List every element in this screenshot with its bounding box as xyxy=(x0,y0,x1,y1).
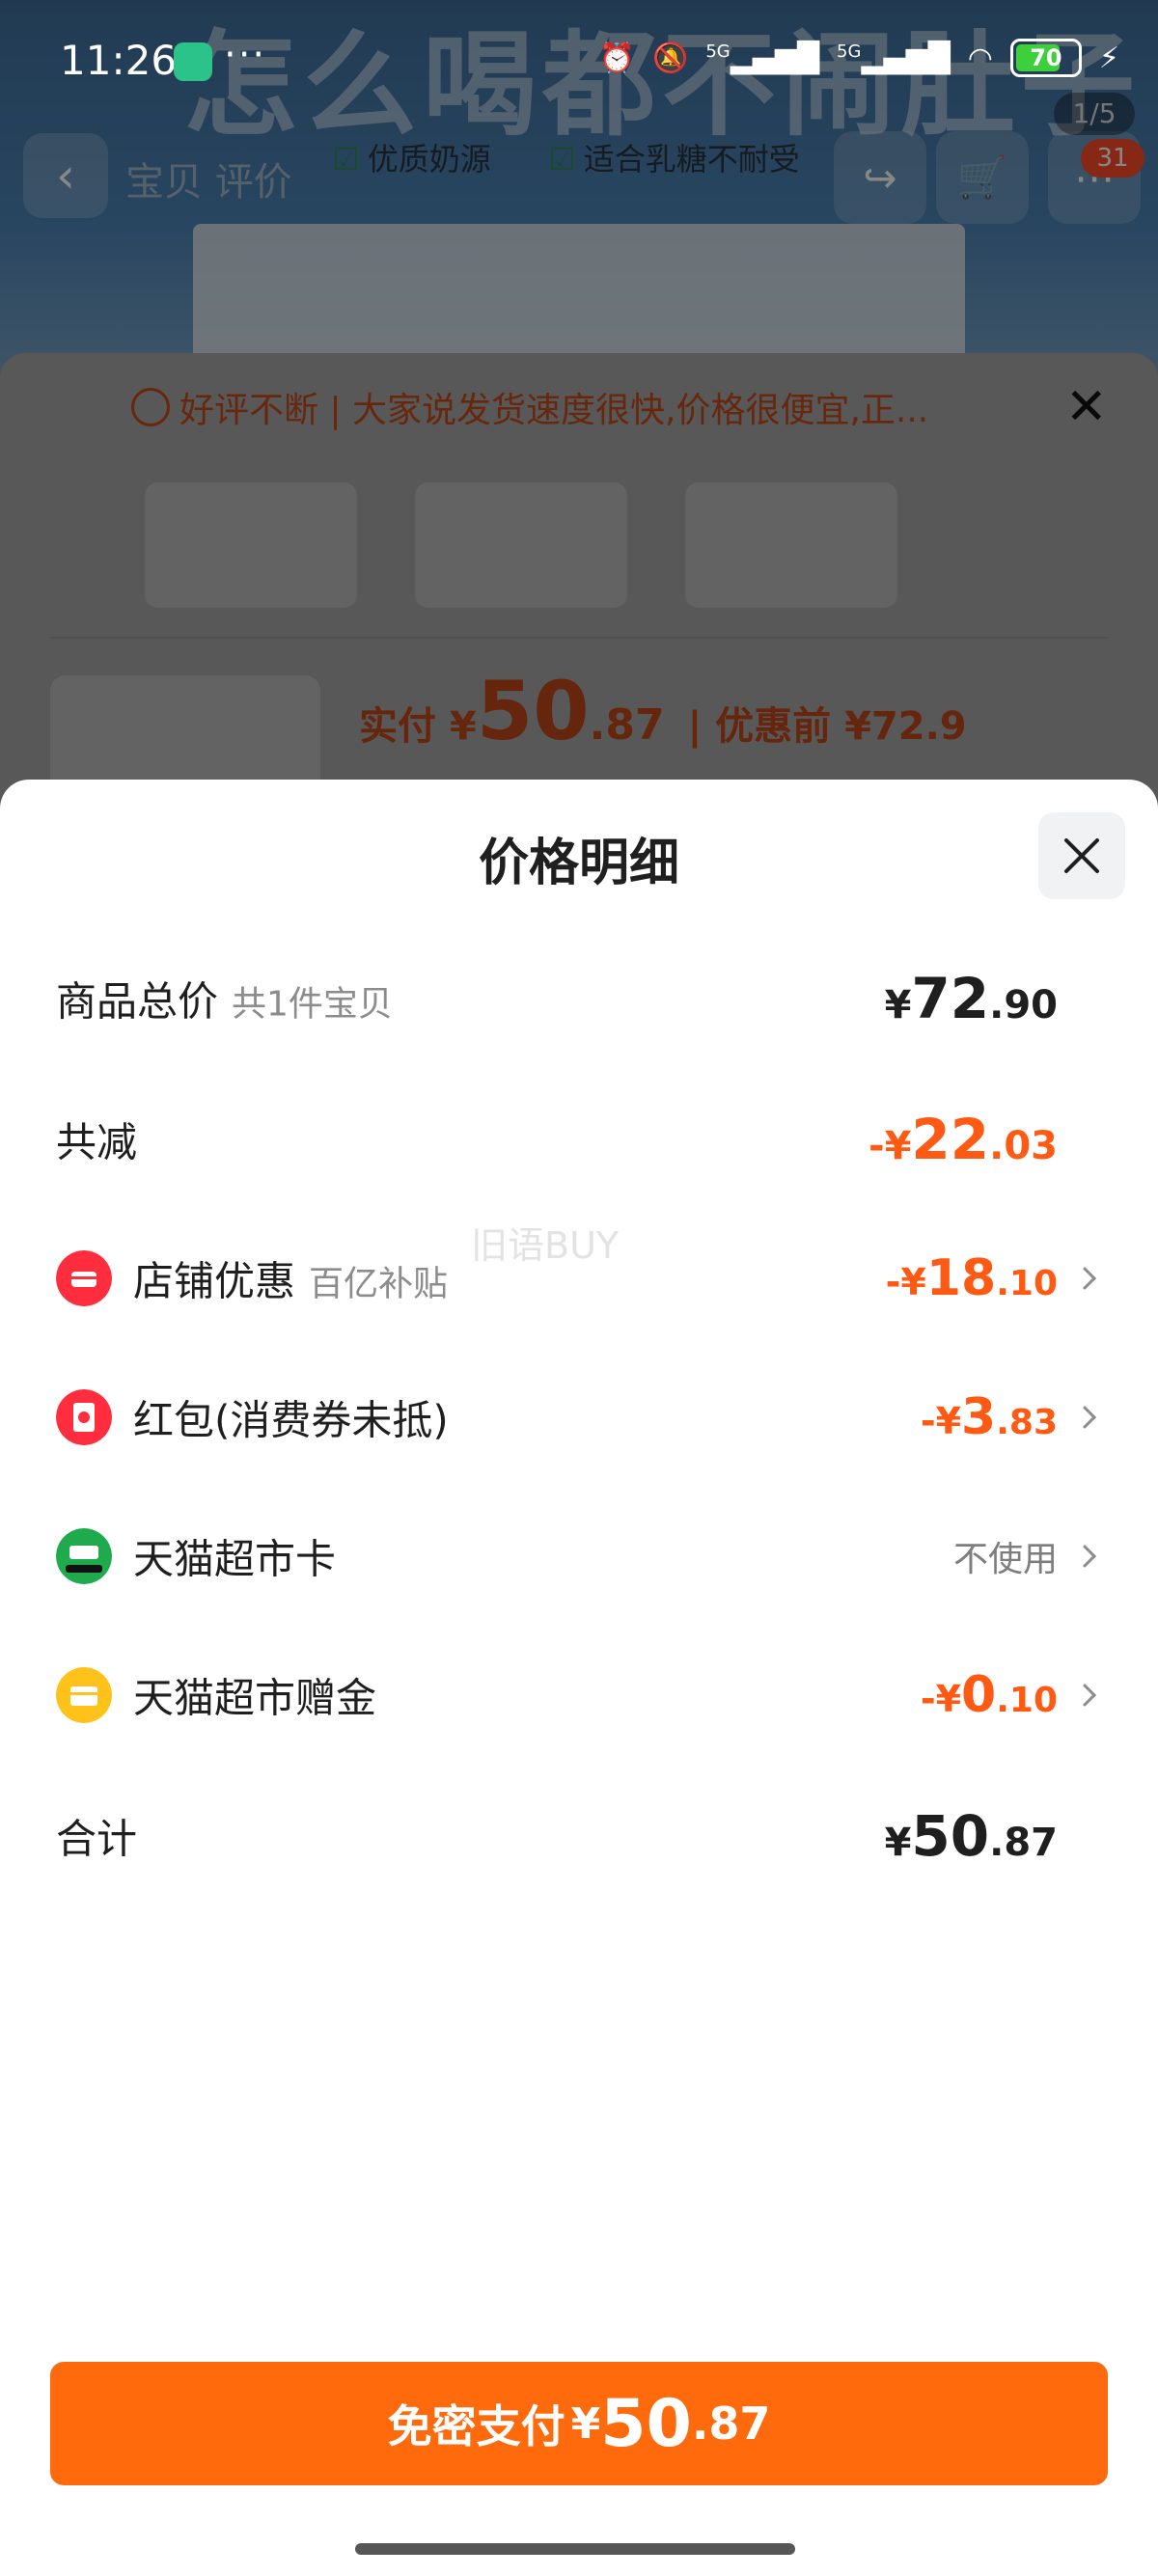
row-tmall-card[interactable]: 天猫超市卡 不使用 xyxy=(0,1503,1158,1609)
subtotal-value: ¥72.90 xyxy=(884,966,1058,1031)
row-label: 合计 xyxy=(56,1815,138,1863)
shop-discount-value: -¥18.10 xyxy=(885,1249,1058,1307)
more-notifications-icon: ··· xyxy=(224,33,267,77)
chevron-right-icon xyxy=(1083,1406,1097,1429)
alarm-icon: ⏰ xyxy=(598,41,635,75)
total-discount-value: -¥22.03 xyxy=(868,1107,1058,1172)
status-bar: 11:26 ··· ⏰ 🔕 5G▂▄▆█ 5G▂▄▆█ ◠ 70 ⚡ xyxy=(0,0,1158,125)
close-icon xyxy=(1064,838,1099,873)
row-red-packet[interactable]: 红包(消费券未抵) -¥3.83 xyxy=(0,1364,1158,1470)
sheet-title: 价格明细 xyxy=(478,835,679,892)
mute-icon: 🔕 xyxy=(651,41,689,75)
row-total: 合计 ¥50.87 xyxy=(0,1783,1158,1889)
red-packet-value: -¥3.83 xyxy=(920,1388,1058,1446)
total-value: ¥50.87 xyxy=(884,1803,1058,1869)
home-indicator[interactable] xyxy=(355,2543,795,2555)
price-detail-sheet: 价格明细 旧语BUY 商品总价 共1件宝贝 ¥72.90 共减 -¥22.03 店… xyxy=(0,780,1158,2576)
row-sublabel: 百亿补贴 xyxy=(309,1264,449,1304)
tmall-card-icon xyxy=(56,1528,112,1584)
password-free-pay-button[interactable]: 免密支付 ¥50.87 xyxy=(50,2362,1108,2485)
row-subtotal: 商品总价 共1件宝贝 ¥72.90 xyxy=(0,945,1158,1052)
row-label: 共减 xyxy=(56,1118,138,1166)
signal-icon-1: 5G▂▄▆█ xyxy=(705,41,820,75)
charging-icon: ⚡ xyxy=(1098,41,1119,75)
shop-icon xyxy=(56,1250,112,1306)
row-label: 天猫超市赠金 xyxy=(133,1674,377,1722)
signal-icon-2: 5G▂▄▆█ xyxy=(837,41,951,75)
row-label: 红包(消费券未抵) xyxy=(133,1396,449,1444)
row-gift-money[interactable]: 天猫超市赠金 -¥0.10 xyxy=(0,1642,1158,1748)
wifi-icon: ◠ xyxy=(967,41,993,75)
row-label: 天猫超市卡 xyxy=(133,1535,337,1583)
chevron-right-icon xyxy=(1083,1545,1097,1568)
chevron-right-icon xyxy=(1083,1267,1097,1290)
gift-money-value: -¥0.10 xyxy=(920,1666,1058,1724)
chevron-right-icon xyxy=(1083,1684,1097,1707)
red-packet-icon xyxy=(56,1389,112,1445)
row-shop-discount[interactable]: 店铺优惠 百亿补贴 -¥18.10 xyxy=(0,1225,1158,1331)
app-notification-icon xyxy=(174,42,212,81)
row-sublabel: 共1件宝贝 xyxy=(232,984,393,1025)
gift-money-icon xyxy=(56,1667,112,1723)
pay-button-label: 免密支付 xyxy=(387,2400,565,2453)
close-button[interactable] xyxy=(1038,812,1125,899)
status-icons: ⏰ 🔕 5G▂▄▆█ 5G▂▄▆█ ◠ 70 ⚡ xyxy=(599,39,1119,77)
tmall-card-value: 不使用 xyxy=(952,1540,1058,1579)
row-total-discount: 共减 -¥22.03 xyxy=(0,1086,1158,1192)
row-label: 商品总价 共1件宝贝 xyxy=(56,977,393,1026)
battery-icon: 70 xyxy=(1009,39,1082,77)
status-time: 11:26 xyxy=(60,37,178,84)
row-label: 店铺优惠 百亿补贴 xyxy=(133,1257,449,1305)
